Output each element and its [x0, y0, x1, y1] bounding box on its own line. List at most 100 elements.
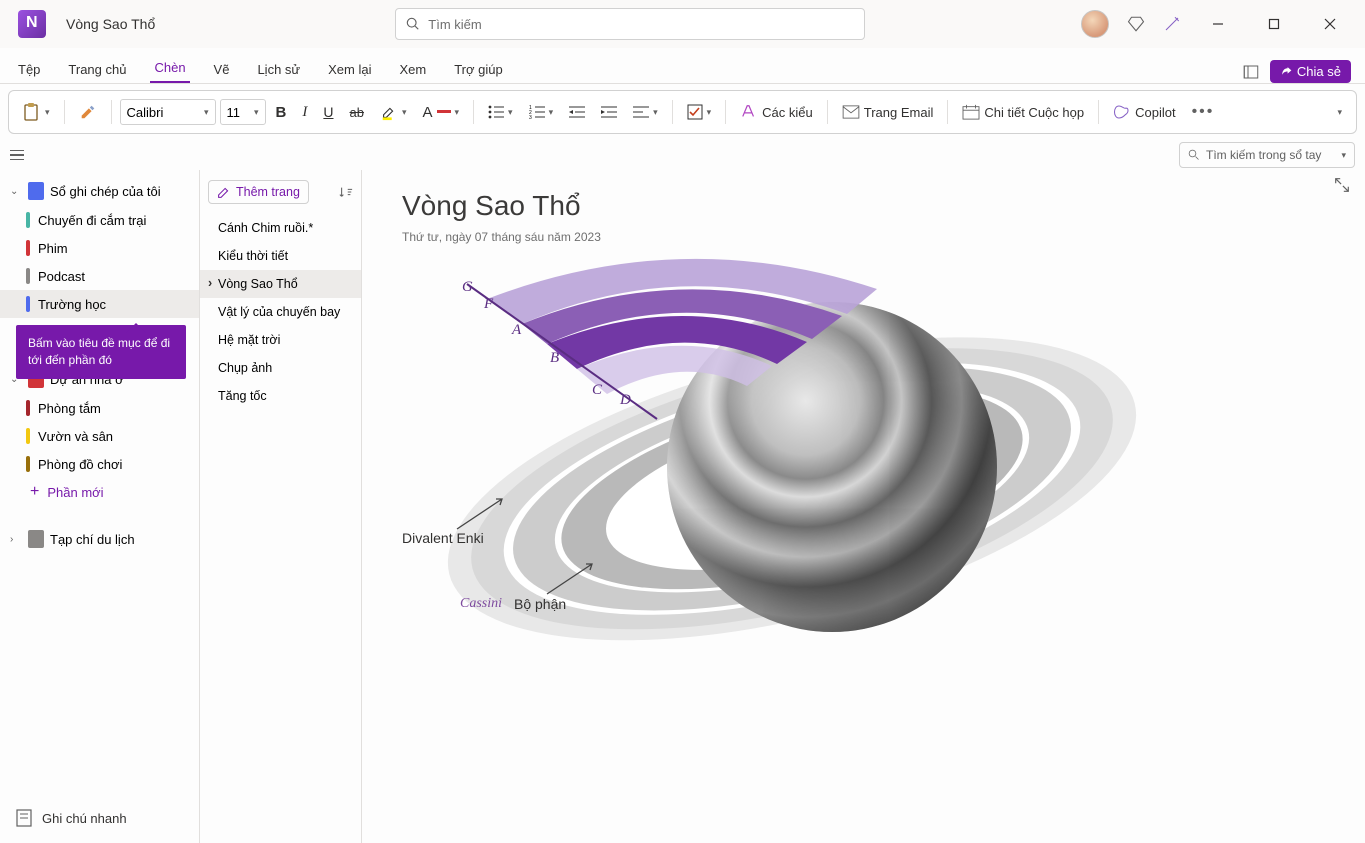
section-color — [26, 456, 30, 472]
underline-button[interactable]: U — [317, 100, 339, 124]
user-avatar[interactable] — [1081, 10, 1109, 38]
email-page-button[interactable]: Trang Email — [836, 101, 940, 124]
highlight-button[interactable]: ▾ — [374, 99, 413, 125]
section-item[interactable]: Trường học — [0, 290, 199, 318]
tab-help[interactable]: Trợ giúp — [450, 56, 507, 83]
ribbon-expand-button[interactable]: ▾ — [1331, 103, 1348, 122]
saturn-illustration: G F A B C D Divalent Enki Cassini Bộ phậ… — [402, 264, 1182, 724]
svg-text:3: 3 — [529, 115, 532, 119]
edit-icon — [217, 186, 230, 199]
fullscreen-icon[interactable] — [1333, 176, 1351, 194]
section-color — [26, 428, 30, 444]
ribbon-more-button[interactable]: ••• — [1186, 99, 1221, 125]
meeting-details-button[interactable]: Chi tiết Cuộc họp — [956, 100, 1090, 124]
todo-tag-button[interactable]: ▾ — [681, 100, 718, 124]
onenote-app-icon — [18, 10, 46, 38]
font-selector[interactable]: Calibri▾ — [120, 99, 216, 125]
share-button[interactable]: Chia sẻ — [1270, 60, 1351, 83]
add-page-button[interactable]: Thêm trang — [208, 180, 309, 204]
share-arrow-icon — [1280, 65, 1293, 78]
search-input[interactable]: Tìm kiếm — [395, 8, 865, 40]
ring-label-f: F — [484, 296, 493, 313]
italic-button[interactable]: I — [296, 100, 313, 125]
window-title: Vòng Sao Thổ — [66, 16, 155, 32]
notes-icon — [16, 809, 32, 827]
outdent-button[interactable] — [563, 101, 591, 123]
ring-label-g: G — [462, 279, 473, 296]
section-item[interactable]: Podcast — [0, 262, 199, 290]
format-painter-button[interactable] — [73, 99, 103, 125]
section-item[interactable]: Phòng đồ chơi — [0, 450, 199, 478]
page-item[interactable]: Tăng tốc — [200, 382, 361, 410]
notebook-header[interactable]: › Tạp chí du lịch — [0, 524, 199, 554]
tab-review[interactable]: Xem lại — [324, 56, 375, 83]
align-button[interactable]: ▾ — [627, 101, 664, 123]
chevron-right-icon: › — [10, 534, 22, 545]
notebook-name: Tạp chí du lịch — [50, 532, 135, 547]
notebook-icon — [28, 182, 44, 200]
page-item[interactable]: Hệ mặt trời — [200, 326, 361, 354]
notebook-name: Sổ ghi chép của tôi — [50, 184, 161, 199]
page-item[interactable]: Cánh Chim ruồi.* — [200, 214, 361, 242]
bold-button[interactable]: B — [270, 100, 293, 125]
quick-notes-button[interactable]: Ghi chú nhanh — [10, 803, 190, 833]
note-title[interactable]: Vòng Sao Thổ — [402, 190, 1325, 222]
section-color — [26, 268, 30, 284]
search-icon — [1188, 149, 1200, 161]
nav-toggle-button[interactable] — [10, 150, 30, 161]
section-color — [26, 296, 30, 312]
notebook-nav: ⌄ Sổ ghi chép của tôi Chuyến đi cắm trại… — [0, 170, 200, 843]
pages-list: Thêm trang Cánh Chim ruồi.* Kiểu thời ti… — [200, 170, 362, 843]
page-item[interactable]: Chụp ảnh — [200, 354, 361, 382]
numbering-button[interactable]: 123▾ — [523, 101, 560, 123]
tab-draw[interactable]: Vẽ — [210, 56, 234, 83]
section-item[interactable]: Vườn và sân — [0, 422, 199, 450]
section-item[interactable]: Phim — [0, 234, 199, 262]
diamond-icon[interactable] — [1127, 15, 1145, 33]
tab-history[interactable]: Lịch sử — [253, 56, 304, 83]
close-button[interactable] — [1311, 5, 1349, 43]
note-date: Thứ tư, ngày 07 tháng sáu năm 2023 — [402, 230, 1325, 244]
page-item[interactable]: Vòng Sao Thổ — [200, 270, 361, 298]
strike-button[interactable]: ab — [344, 101, 370, 124]
minimize-button[interactable] — [1199, 5, 1237, 43]
search-icon — [406, 17, 420, 31]
copilot-button[interactable]: Copilot — [1107, 99, 1181, 125]
section-item[interactable]: Phòng tắm — [0, 394, 199, 422]
maximize-button[interactable] — [1255, 5, 1293, 43]
chevron-down-icon: ⌄ — [10, 186, 22, 197]
notebook-search-input[interactable]: Tìm kiếm trong sổ tay ▾ — [1179, 142, 1355, 168]
tab-view[interactable]: Xem — [395, 56, 430, 83]
note-canvas[interactable]: Vòng Sao Thổ Thứ tư, ngày 07 tháng sáu n… — [362, 170, 1365, 843]
font-color-button[interactable]: A▾ — [417, 100, 466, 125]
open-fullpage-icon[interactable] — [1242, 63, 1260, 81]
section-color — [26, 400, 30, 416]
sort-icon[interactable] — [339, 185, 353, 199]
ribbon-toolbar: ▾ Calibri▾ 11▾ B I U ab ▾ A▾ ▾ 123▾ ▾ ▾ … — [8, 90, 1357, 134]
notebook-header[interactable]: ⌄ Sổ ghi chép của tôi — [0, 176, 199, 206]
annotation-enki: Divalent Enki — [402, 530, 484, 546]
section-item[interactable]: Chuyến đi cắm trại — [0, 206, 199, 234]
section-color — [26, 212, 30, 228]
indent-button[interactable] — [595, 101, 623, 123]
search-placeholder: Tìm kiếm — [428, 17, 481, 32]
tab-file[interactable]: Tệp — [14, 56, 44, 83]
page-item[interactable]: Vật lý của chuyến bay — [200, 298, 361, 326]
page-item[interactable]: Kiểu thời tiết — [200, 242, 361, 270]
quick-notes-label: Ghi chú nhanh — [42, 811, 127, 826]
bullets-button[interactable]: ▾ — [482, 101, 519, 123]
tooltip: Bấm vào tiêu đề mục để đi tới đến phần đ… — [16, 325, 186, 379]
ring-label-c: C — [592, 382, 602, 399]
annotation-bophan: Bộ phận — [514, 596, 566, 612]
wand-icon[interactable] — [1163, 15, 1181, 33]
tab-home[interactable]: Trang chủ — [64, 56, 130, 83]
share-label: Chia sẻ — [1297, 64, 1341, 79]
section-color — [26, 240, 30, 256]
ring-label-d: D — [620, 392, 631, 409]
styles-button[interactable]: Các kiểu — [734, 100, 819, 124]
font-size-selector[interactable]: 11▾ — [220, 99, 266, 125]
notebook-icon — [28, 530, 44, 548]
tab-insert[interactable]: Chèn — [150, 54, 189, 83]
paste-button[interactable]: ▾ — [17, 98, 56, 126]
add-section-button[interactable]: +Phần mới — [0, 478, 199, 506]
